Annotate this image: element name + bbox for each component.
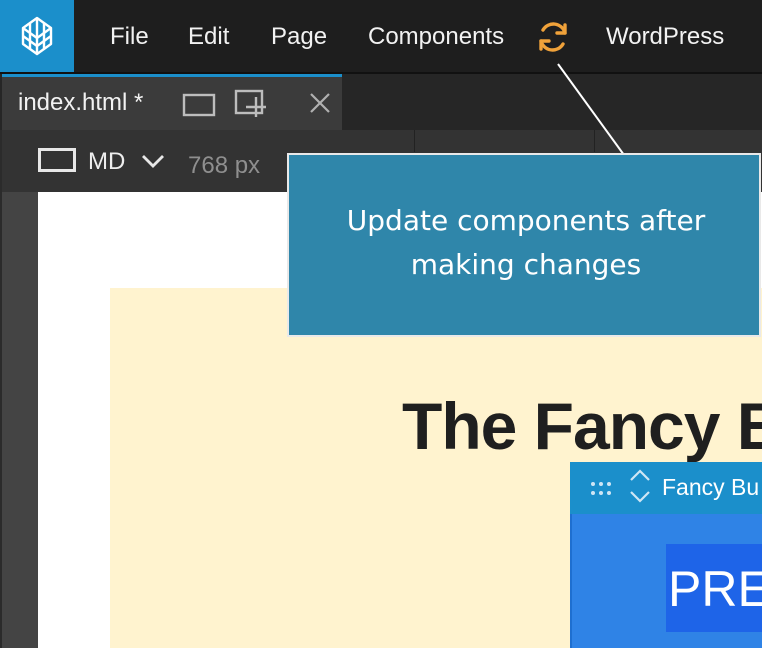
tooltip-line-1: Update components after [346, 204, 706, 237]
tooltip-text: Update components after making changes [289, 199, 762, 287]
tooltip-callout: Update components after making changes [287, 153, 761, 337]
tooltip-line-2: making changes [410, 248, 642, 281]
